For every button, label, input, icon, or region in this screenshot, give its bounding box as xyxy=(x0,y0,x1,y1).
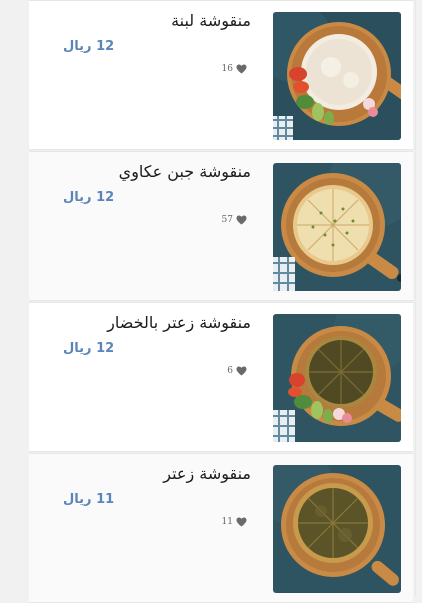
zaatar-vegetables-manakish-image[interactable] xyxy=(273,314,401,442)
like-counter[interactable]: 11 xyxy=(222,517,247,527)
item-name[interactable]: منقوشة جبن عكاوي xyxy=(119,162,251,181)
item-name[interactable]: منقوشة لبنة xyxy=(171,11,251,30)
like-counter[interactable]: 16 xyxy=(222,64,247,74)
heart-icon[interactable] xyxy=(236,517,247,527)
scrollbar-track[interactable] xyxy=(415,0,422,596)
menu-item-card[interactable]: منقوشة زعتر بالخضار 12 ريال 6 xyxy=(29,302,413,452)
like-counter[interactable]: 6 xyxy=(227,366,247,376)
item-name[interactable]: منقوشة زعتر بالخضار xyxy=(107,313,251,332)
akkawi-cheese-manakish-image[interactable] xyxy=(273,163,401,291)
menu-list: منقوشة لبنة 12 ريال 16 منقوشة جبن عكاوي … xyxy=(29,0,413,603)
like-count: 6 xyxy=(227,366,233,376)
like-counter[interactable]: 57 xyxy=(222,215,247,225)
item-price: 12 ريال xyxy=(63,341,115,356)
heart-icon[interactable] xyxy=(236,64,247,74)
labneh-manakish-image[interactable] xyxy=(273,12,401,140)
item-name[interactable]: منقوشة زعتر xyxy=(163,464,251,483)
like-count: 16 xyxy=(221,64,233,74)
item-price: 12 ريال xyxy=(63,39,115,54)
like-count: 57 xyxy=(221,215,233,225)
item-price: 11 ريال xyxy=(63,492,115,507)
item-price: 12 ريال xyxy=(63,190,115,205)
menu-item-card[interactable]: منقوشة لبنة 12 ريال 16 xyxy=(29,0,413,150)
heart-icon[interactable] xyxy=(236,366,247,376)
like-count: 11 xyxy=(221,517,233,527)
menu-item-card[interactable]: منقوشة زعتر 11 ريال 11 xyxy=(29,453,413,603)
heart-icon[interactable] xyxy=(236,215,247,225)
zaatar-manakish-image[interactable] xyxy=(273,465,401,593)
menu-item-card[interactable]: منقوشة جبن عكاوي 12 ريال 57 xyxy=(29,151,413,301)
